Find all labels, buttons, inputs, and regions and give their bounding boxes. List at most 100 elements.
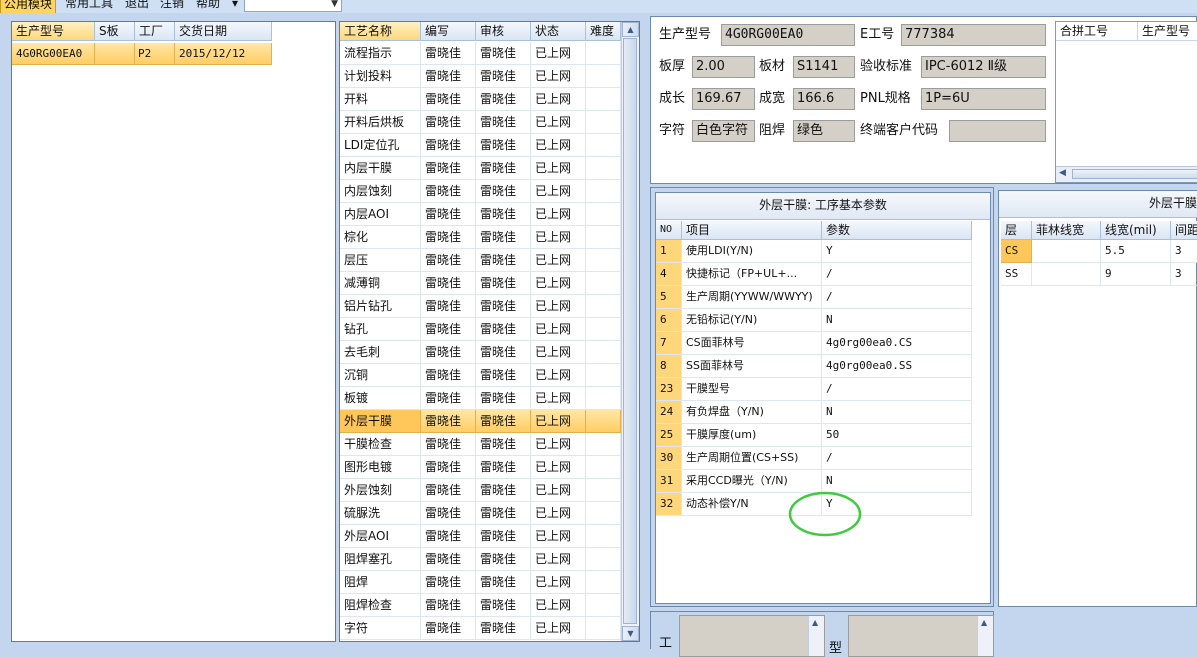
- list-item[interactable]: 减薄铜 雷晓佳 雷晓佳 已上网: [340, 272, 621, 295]
- list-item[interactable]: 阻焊塞孔 雷晓佳 雷晓佳 已上网: [340, 548, 621, 571]
- table-row[interactable]: 1 使用LDI(Y/N) Y: [656, 240, 976, 263]
- table-row[interactable]: 6 无铅标记(Y/N) N: [656, 309, 976, 332]
- process-difficulty-cell: [586, 249, 621, 272]
- customer-field[interactable]: [949, 120, 1046, 142]
- param-value-cell: /: [822, 378, 972, 401]
- standard-field[interactable]: IPC-6012 Ⅱ级: [921, 56, 1046, 78]
- orders-header: 生产型号 S板 工厂 交货日期: [12, 22, 277, 41]
- process-col-writer[interactable]: 编写: [421, 22, 476, 41]
- process-difficulty-cell: [586, 65, 621, 88]
- list-item[interactable]: 硫脲洗 雷晓佳 雷晓佳 已上网: [340, 502, 621, 525]
- list-item[interactable]: 阻焊检查 雷晓佳 雷晓佳 已上网: [340, 594, 621, 617]
- list-item[interactable]: 图形电镀 雷晓佳 雷晓佳 已上网: [340, 456, 621, 479]
- table-row[interactable]: 24 有负焊盘（Y/N) N: [656, 401, 976, 424]
- thickness-field[interactable]: 2.00: [692, 56, 755, 78]
- list-item[interactable]: 开料 雷晓佳 雷晓佳 已上网: [340, 88, 621, 111]
- table-row[interactable]: 4 快捷标记（FP+UL+... /: [656, 263, 976, 286]
- menu-logout[interactable]: 注销: [157, 0, 187, 12]
- list-item[interactable]: 铝片钻孔 雷晓佳 雷晓佳 已上网: [340, 295, 621, 318]
- list-item[interactable]: 内层AOI 雷晓佳 雷晓佳 已上网: [340, 203, 621, 226]
- table-row[interactable]: 8 SS面菲林号 4g0rg00ea0.SS: [656, 355, 976, 378]
- orders-col-s[interactable]: S板: [95, 22, 135, 41]
- params-col-no[interactable]: NO: [656, 221, 682, 240]
- scroll-up-icon[interactable]: ▲: [981, 618, 987, 627]
- layers-col-gap[interactable]: 间距: [1171, 221, 1197, 240]
- table-row[interactable]: 4G0RG00EA0 P2 2015/12/12: [12, 43, 272, 65]
- list-item[interactable]: 棕化 雷晓佳 雷晓佳 已上网: [340, 226, 621, 249]
- combined-col-model[interactable]: 生产型号: [1138, 22, 1197, 41]
- process-scrollbar[interactable]: ▲ ▼: [621, 22, 639, 641]
- scroll-left-icon[interactable]: ◀: [1059, 168, 1066, 178]
- list-item[interactable]: 板镀 雷晓佳 雷晓佳 已上网: [340, 387, 621, 410]
- process-col-name[interactable]: 工艺名称: [340, 22, 421, 41]
- scroll-up-icon[interactable]: ▲: [812, 618, 818, 627]
- mask-field[interactable]: 绿色: [793, 120, 855, 142]
- scroll-up-icon[interactable]: ▲: [622, 22, 639, 37]
- list-item[interactable]: 外层AOI 雷晓佳 雷晓佳 已上网: [340, 525, 621, 548]
- list-item[interactable]: 内层蚀刻 雷晓佳 雷晓佳 已上网: [340, 180, 621, 203]
- menu-help[interactable]: 帮助: [193, 0, 223, 12]
- table-row[interactable]: CS 5.5 3: [1001, 240, 1197, 263]
- list-item[interactable]: 计划投料 雷晓佳 雷晓佳 已上网: [340, 65, 621, 88]
- process-name-cell: 图形电镀: [340, 456, 421, 479]
- layers-col-width[interactable]: 线宽(mil): [1101, 221, 1171, 240]
- pnl-field[interactable]: 1P=6U: [921, 88, 1046, 110]
- params-col-item[interactable]: 项目: [682, 221, 822, 240]
- table-row[interactable]: 7 CS面菲林号 4g0rg00ea0.CS: [656, 332, 976, 355]
- list-item[interactable]: 钻孔 雷晓佳 雷晓佳 已上网: [340, 318, 621, 341]
- process-difficulty-cell: [586, 318, 621, 341]
- width-field[interactable]: 166.6: [793, 88, 855, 110]
- menu-public-module[interactable]: 公用模块: [0, 0, 57, 13]
- table-row[interactable]: 5 生产周期(YYWW/WWYY) /: [656, 286, 976, 309]
- layers-col-layer[interactable]: 层: [1001, 221, 1032, 240]
- orders-col-model[interactable]: 生产型号: [12, 22, 95, 41]
- list-item[interactable]: 流程指示 雷晓佳 雷晓佳 已上网: [340, 42, 621, 65]
- eno-field[interactable]: 777384: [901, 24, 1046, 46]
- process-name-cell: 计划投料: [340, 65, 421, 88]
- process-col-reviewer[interactable]: 审核: [476, 22, 531, 41]
- list-item[interactable]: 外层蚀刻 雷晓佳 雷晓佳 已上网: [340, 479, 621, 502]
- model-field[interactable]: 4G0RG00EA0: [721, 24, 855, 46]
- param-value-cell: N: [822, 401, 972, 424]
- process-name-cell: 外层蚀刻: [340, 479, 421, 502]
- list-item[interactable]: 内层干膜 雷晓佳 雷晓佳 已上网: [340, 157, 621, 180]
- help-dropdown-arrow-icon[interactable]: ▾: [229, 0, 241, 12]
- list-item[interactable]: 干膜检查 雷晓佳 雷晓佳 已上网: [340, 433, 621, 456]
- params-col-value[interactable]: 参数: [822, 221, 972, 240]
- scroll-thumb[interactable]: [1072, 169, 1197, 179]
- scroll-down-icon[interactable]: ▼: [622, 626, 639, 641]
- combined-col-no[interactable]: 合拼工号: [1056, 22, 1138, 41]
- menu-exit[interactable]: 退出: [122, 0, 152, 12]
- list-item[interactable]: 层压 雷晓佳 雷晓佳 已上网: [340, 249, 621, 272]
- table-row[interactable]: 25 干膜厚度(um) 50: [656, 424, 976, 447]
- process-writer-cell: 雷晓佳: [421, 571, 476, 594]
- list-item[interactable]: 开料后烘板 雷晓佳 雷晓佳 已上网: [340, 111, 621, 134]
- list-item[interactable]: 外层干膜 雷晓佳 雷晓佳 已上网: [340, 410, 621, 433]
- list-item[interactable]: 阻焊 雷晓佳 雷晓佳 已上网: [340, 571, 621, 594]
- list-item[interactable]: LDI定位孔 雷晓佳 雷晓佳 已上网: [340, 134, 621, 157]
- orders-col-date[interactable]: 交货日期: [175, 22, 272, 41]
- menu-common-tools[interactable]: 常用工具: [62, 0, 116, 12]
- process-writer-cell: 雷晓佳: [421, 318, 476, 341]
- process-col-status[interactable]: 状态: [531, 22, 586, 41]
- table-row[interactable]: SS 9 3: [1001, 263, 1197, 286]
- list-item[interactable]: 去毛刺 雷晓佳 雷晓佳 已上网: [340, 341, 621, 364]
- table-row[interactable]: 30 生产周期位置(CS+SS) /: [656, 447, 976, 470]
- bottom-textarea-1[interactable]: ▲: [679, 615, 825, 657]
- layers-col-film[interactable]: 菲林线宽: [1032, 221, 1101, 240]
- length-field[interactable]: 169.67: [692, 88, 755, 110]
- textarea-scrollbar[interactable]: ▲: [808, 616, 824, 656]
- list-item[interactable]: 沉铜 雷晓佳 雷晓佳 已上网: [340, 364, 621, 387]
- menu-combo-box[interactable]: ▼: [244, 0, 342, 12]
- list-item[interactable]: 字符 雷晓佳 雷晓佳 已上网: [340, 617, 621, 640]
- bottom-textarea-2[interactable]: ▲: [848, 615, 994, 657]
- process-name-cell: 硫脲洗: [340, 502, 421, 525]
- process-col-difficulty[interactable]: 难度: [586, 22, 621, 41]
- scroll-thumb[interactable]: [623, 38, 637, 624]
- char-field[interactable]: 白色字符: [692, 120, 755, 142]
- material-field[interactable]: S1141: [793, 56, 855, 78]
- orders-col-factory[interactable]: 工厂: [135, 22, 175, 41]
- textarea-scrollbar[interactable]: ▲: [977, 616, 993, 656]
- combined-hscrollbar[interactable]: ◀: [1056, 166, 1197, 182]
- table-row[interactable]: 23 干膜型号 /: [656, 378, 976, 401]
